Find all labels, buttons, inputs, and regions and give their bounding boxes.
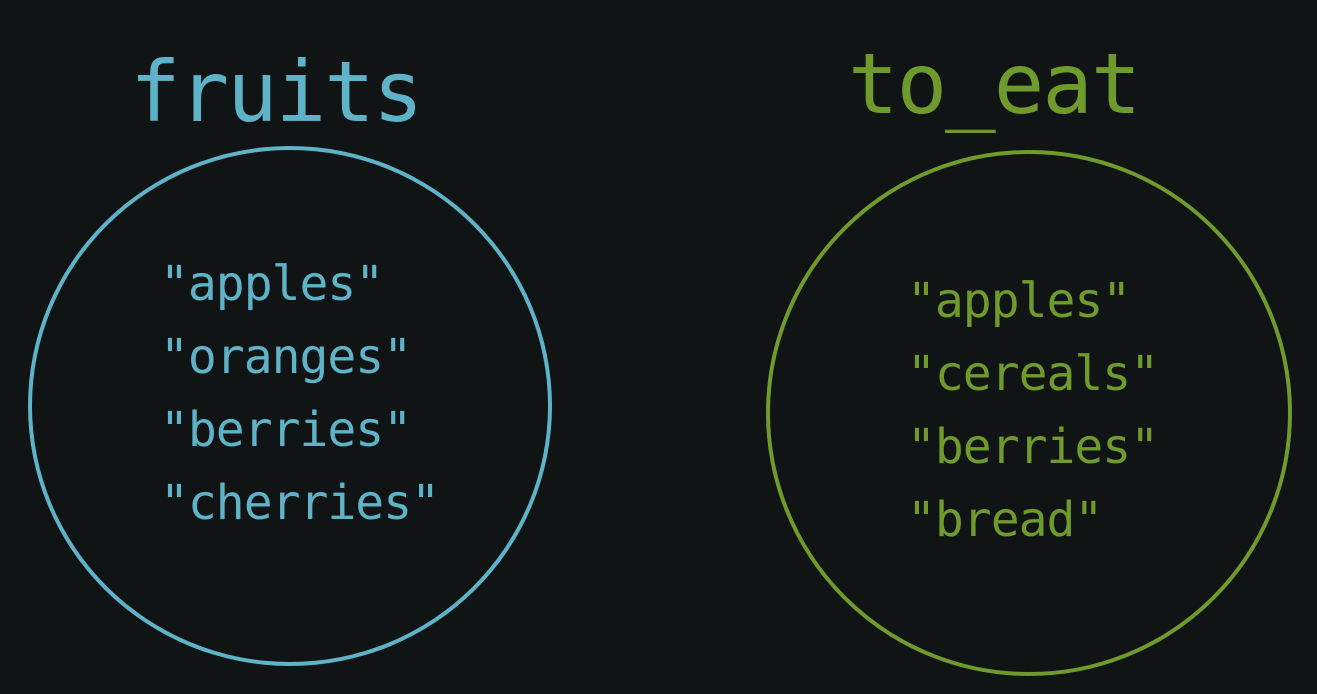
set-title-to-eat: to_eat — [848, 35, 1141, 133]
set-item: "apples" — [907, 273, 1131, 329]
set-item: "oranges" — [160, 329, 412, 385]
set-item: "cereals" — [907, 346, 1159, 402]
set-items-to-eat: "apples" "cereals" "berries" "bread" — [907, 265, 1159, 557]
set-item: "bread" — [907, 492, 1103, 548]
set-items-fruits: "apples" "oranges" "berries" "cherries" — [160, 248, 440, 540]
set-item: "apples" — [160, 256, 384, 312]
set-diagram: fruits "apples" "oranges" "berries" "che… — [0, 0, 1317, 694]
set-item: "berries" — [907, 419, 1159, 475]
set-title-fruits: fruits — [130, 43, 423, 141]
set-item: "berries" — [160, 402, 412, 458]
set-item: "cherries" — [160, 475, 440, 531]
